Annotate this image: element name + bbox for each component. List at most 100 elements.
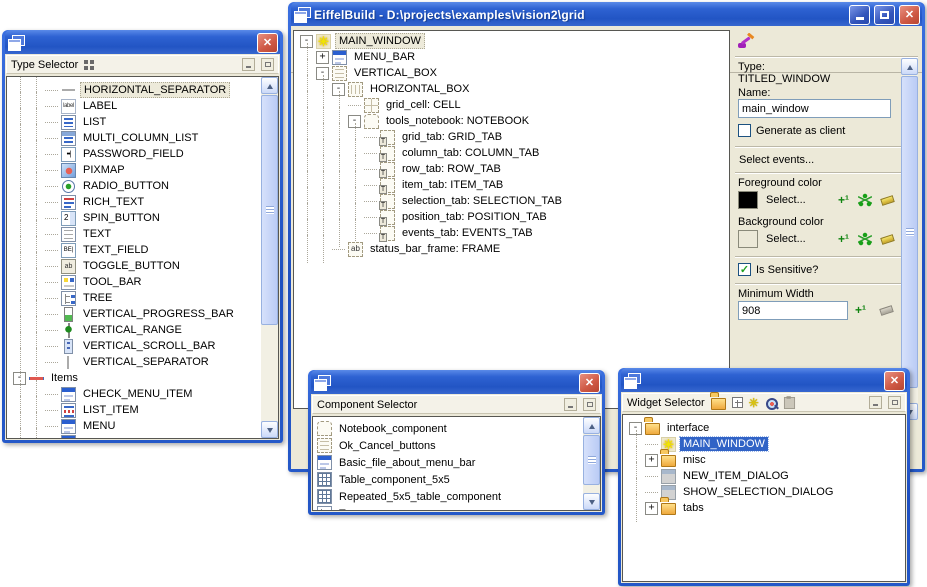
panel-maximize-button[interactable]	[583, 398, 596, 411]
tree-row-events-tab[interactable]: T events_tab: EVENTS_TAB	[294, 225, 729, 241]
scroll-down-button[interactable]	[583, 493, 600, 510]
widget-row-tabs[interactable]: + tabs	[623, 500, 905, 516]
component-row[interactable]: Notebook_component	[313, 420, 600, 437]
foreground-swatch[interactable]	[738, 191, 758, 209]
tree-row-tools-notebook[interactable]: - tools_notebook: NOTEBOOK	[294, 113, 729, 129]
expander[interactable]: +	[316, 51, 329, 64]
is-sensitive-checkbox[interactable]: ✓	[738, 263, 751, 276]
component-list-scrollbar[interactable]	[583, 417, 600, 510]
tree-row-vertical-box[interactable]: - VERTICAL_BOX	[294, 65, 729, 81]
name-input[interactable]	[738, 99, 891, 118]
fg-clear-eraser-icon[interactable]	[880, 195, 895, 206]
paste-widget-icon[interactable]	[784, 397, 795, 409]
panel-header[interactable]: Widget Selector ✳	[622, 393, 906, 412]
maximize-button[interactable]	[874, 5, 895, 25]
minimize-button[interactable]	[849, 5, 870, 25]
scroll-up-button[interactable]	[901, 58, 918, 75]
type-row[interactable]: ••|PASSWORD_FIELD	[7, 146, 278, 162]
type-row[interactable]: MENU	[7, 418, 278, 434]
tree-row-column-tab[interactable]: T column_tab: COLUMN_TAB	[294, 145, 729, 161]
type-row[interactable]: RADIO_BUTTON	[7, 178, 278, 194]
tree-row-menu-bar[interactable]: + MENU_BAR	[294, 49, 729, 65]
is-sensitive-row[interactable]: ✓ Is Sensitive?	[738, 263, 818, 276]
generate-as-client-row[interactable]: Generate as client	[738, 124, 845, 137]
tree-row-horizontal-box[interactable]: - HORIZONTAL_BOX	[294, 81, 729, 97]
scroll-up-button[interactable]	[261, 77, 278, 94]
type-row[interactable]: HORIZONTAL_SEPARATOR	[7, 82, 278, 98]
type-row[interactable]: 2SPIN_BUTTON	[7, 210, 278, 226]
widget-row-interface[interactable]: - interface	[623, 420, 905, 436]
tree-row-item-tab[interactable]: T item_tab: ITEM_TAB	[294, 177, 729, 193]
expander[interactable]: +	[645, 454, 658, 467]
foreground-select-button[interactable]: Select...	[766, 194, 806, 206]
bg-add-constant-button[interactable]: +¹	[838, 232, 849, 246]
type-row[interactable]: TREE	[7, 290, 278, 306]
panel-minimize-button[interactable]	[242, 58, 255, 71]
type-row[interactable]: LIST_ITEM	[7, 402, 278, 418]
bg-clear-eraser-icon[interactable]	[880, 234, 895, 245]
type-row[interactable]: VERTICAL_SEPARATOR	[7, 354, 278, 370]
fg-link-constant-icon[interactable]	[858, 193, 872, 207]
tree-row-position-tab[interactable]: T position_tab: POSITION_TAB	[294, 209, 729, 225]
tree-row-grid-tab[interactable]: T grid_tab: GRID_TAB	[294, 129, 729, 145]
minwidth-add-constant-button[interactable]: +¹	[855, 303, 866, 317]
tree-row-row-tab[interactable]: T row_tab: ROW_TAB	[294, 161, 729, 177]
background-swatch[interactable]	[738, 230, 758, 248]
scroll-thumb[interactable]	[583, 435, 600, 485]
panel-header[interactable]: Type Selector	[6, 55, 279, 74]
close-button[interactable]: ✕	[899, 5, 920, 25]
widget-row-new-item-dialog[interactable]: NEW_ITEM_DIALOG	[623, 468, 905, 484]
tree-row-main-window[interactable]: - ✳ MAIN_WINDOW	[294, 33, 729, 49]
title-bar[interactable]: ✕	[5, 30, 280, 54]
panel-maximize-button[interactable]	[261, 58, 274, 71]
type-row[interactable]: VERTICAL_RANGE	[7, 322, 278, 338]
type-row[interactable]: abTOGGLE_BUTTON	[7, 258, 278, 274]
new-folder-icon[interactable]	[711, 398, 726, 410]
scroll-up-button[interactable]	[583, 417, 600, 434]
minimum-width-input[interactable]	[738, 301, 848, 320]
widget-row-misc[interactable]: + misc	[623, 452, 905, 468]
type-list-scrollbar[interactable]	[261, 77, 278, 438]
panel-minimize-button[interactable]	[564, 398, 577, 411]
type-row[interactable]: LIST	[7, 114, 278, 130]
bg-link-constant-icon[interactable]	[858, 232, 872, 246]
type-row[interactable]: BE|TEXT_FIELD	[7, 242, 278, 258]
background-select-button[interactable]: Select...	[766, 233, 806, 245]
component-row-partial[interactable]: Tree	[313, 505, 600, 511]
close-button[interactable]: ✕	[884, 371, 905, 391]
type-row[interactable]: VERTICAL_PROGRESS_BAR	[7, 306, 278, 322]
component-row[interactable]: Basic_file_about_menu_bar	[313, 454, 600, 471]
scroll-thumb[interactable]	[261, 95, 278, 325]
component-row[interactable]: Ok_Cancel_buttons	[313, 437, 600, 454]
properties-scrollbar[interactable]	[901, 58, 918, 420]
tree-row-status-bar-frame[interactable]: ab status_bar_frame: FRAME	[294, 241, 729, 257]
new-widget-icon[interactable]: ✳	[749, 396, 759, 410]
select-events-link[interactable]: Select events...	[739, 154, 814, 166]
title-bar[interactable]: ✕	[311, 370, 602, 394]
search-icon[interactable]	[765, 397, 777, 409]
generate-as-client-checkbox[interactable]	[738, 124, 751, 137]
type-row[interactable]: PIXMAP	[7, 162, 278, 178]
type-row[interactable]: VERTICAL_SCROLL_BAR	[7, 338, 278, 354]
type-row[interactable]: MULTI_COLUMN_LIST	[7, 130, 278, 146]
panel-maximize-button[interactable]	[888, 396, 901, 409]
expander[interactable]: +	[645, 502, 658, 515]
title-bar[interactable]: EiffelBuild - D:\projects\examples\visio…	[291, 2, 922, 26]
type-row[interactable]: RICH_TEXT	[7, 194, 278, 210]
panel-minimize-button[interactable]	[869, 396, 882, 409]
title-bar[interactable]: ✕	[621, 368, 907, 392]
fg-add-constant-button[interactable]: +¹	[838, 193, 849, 207]
type-row[interactable]: TOOL_BAR	[7, 274, 278, 290]
close-button[interactable]: ✕	[579, 373, 600, 393]
type-row[interactable]: TEXT	[7, 226, 278, 242]
close-button[interactable]: ✕	[257, 33, 278, 53]
type-row-partial[interactable]	[7, 434, 278, 439]
component-row[interactable]: Table_component_5x5	[313, 471, 600, 488]
tree-row-selection-tab[interactable]: T selection_tab: SELECTION_TAB	[294, 193, 729, 209]
tree-row-grid-cell[interactable]: grid_cell: CELL	[294, 97, 729, 113]
component-row[interactable]: Repeated_5x5_table_component	[313, 488, 600, 505]
minwidth-clear-eraser-icon[interactable]	[879, 305, 894, 316]
panel-header[interactable]: Component Selector	[312, 395, 601, 414]
scroll-thumb[interactable]	[901, 76, 918, 388]
type-row[interactable]: labelLABEL	[7, 98, 278, 114]
